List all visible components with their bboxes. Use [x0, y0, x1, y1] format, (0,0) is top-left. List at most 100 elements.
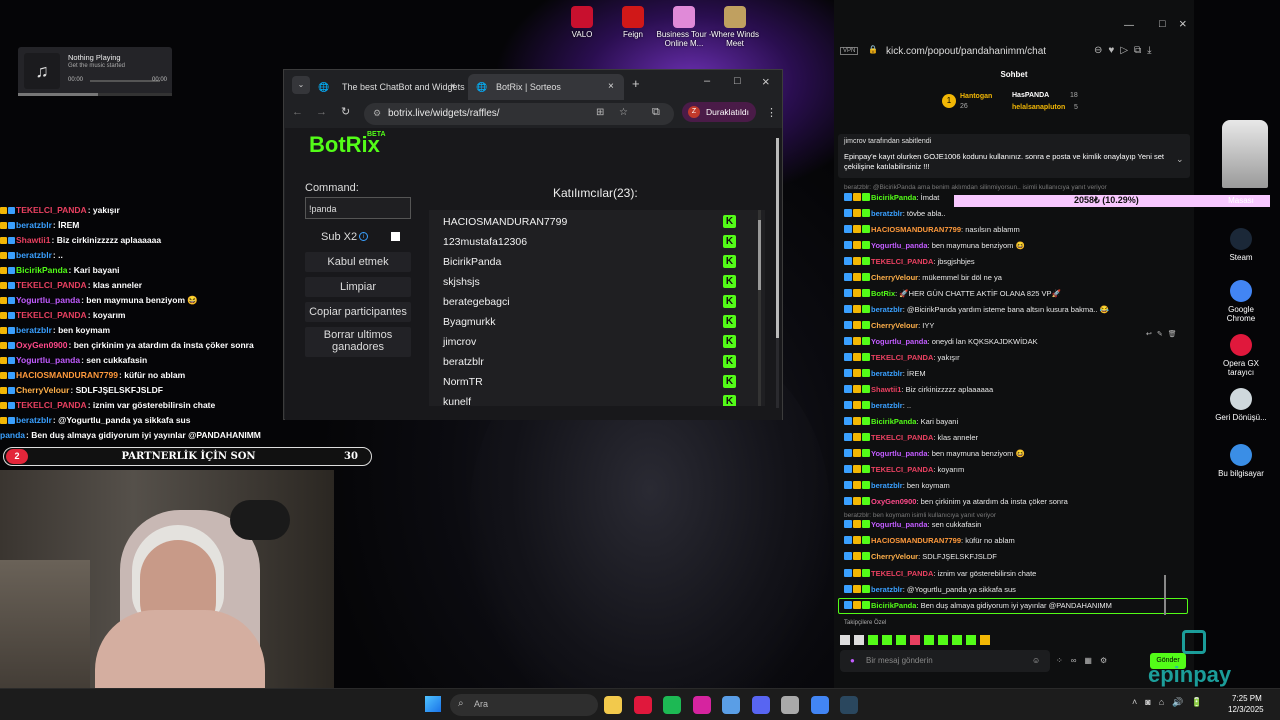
- tab-close-icon[interactable]: ×: [450, 81, 456, 92]
- trash-bin-widget: [1222, 120, 1268, 188]
- tab-close-icon[interactable]: ×: [608, 81, 614, 92]
- maximize-icon[interactable]: □: [1159, 18, 1166, 30]
- tab-botrix[interactable]: 🌐 BotRix | Sorteos ×: [468, 74, 624, 100]
- overlay-chat-text: Biz cirkinizzzzz aplaaaaaa: [56, 235, 162, 245]
- chat-message: CherryVelour: mükemmel bir döl ne ya: [844, 273, 1002, 282]
- verified-badge-icon: [844, 568, 852, 577]
- app-icon[interactable]: [722, 696, 740, 714]
- new-tab-icon[interactable]: +: [632, 76, 640, 91]
- tab-favicon-icon: 🌐: [318, 82, 330, 92]
- tray-icons[interactable]: ˄◙⌂🔊🔋: [1132, 697, 1211, 708]
- minimize-icon[interactable]: –: [704, 75, 710, 87]
- page-scrollbar[interactable]: [776, 138, 779, 408]
- desktop-icon[interactable]: Steam: [1214, 228, 1268, 262]
- command-input[interactable]: !panda: [305, 197, 411, 219]
- reload-icon[interactable]: ↻: [341, 105, 350, 118]
- steam-icon[interactable]: [840, 696, 858, 714]
- gift-badge-icon: [862, 417, 870, 425]
- desktop-icon[interactable]: Opera GX tarayıcı: [1214, 334, 1268, 377]
- chat-tool-icons[interactable]: ⁘∞▦⚙: [1056, 656, 1115, 665]
- sub-badge-icon: [853, 465, 861, 473]
- taskbar-search[interactable]: ⌕ Ara: [450, 694, 598, 716]
- message-actions[interactable]: ↩✎🗑: [1146, 330, 1190, 340]
- gift-badge-icon: [862, 225, 870, 233]
- pinned-message[interactable]: jimcrov tarafından sabitlendi Epinpay'e …: [838, 134, 1190, 178]
- chat-username: TEKELCI_PANDA: [871, 568, 934, 578]
- chat-message: beratzblr: tövbe abla..: [844, 209, 946, 218]
- back-icon[interactable]: ←: [292, 106, 303, 118]
- discord-icon[interactable]: [751, 696, 770, 714]
- tab-search-icon[interactable]: ⌄: [292, 76, 310, 94]
- maximize-icon[interactable]: □: [734, 75, 741, 87]
- close-window-icon[interactable]: ×: [762, 74, 770, 89]
- clear-winners-button[interactable]: Borrar ultimos ganadores: [305, 327, 411, 357]
- sub-badge-icon: [0, 372, 7, 380]
- chat-scrollbar[interactable]: [1164, 575, 1166, 615]
- music-time-end: 00:00: [152, 77, 168, 83]
- instagram-icon[interactable]: [692, 696, 711, 714]
- command-label: Command:: [305, 182, 359, 194]
- close-icon[interactable]: ×: [1179, 16, 1187, 31]
- kick-url[interactable]: kick.com/popout/pandahanimm/chat: [886, 46, 1046, 57]
- overlay-chat-line: beratzblr: ben koymam: [0, 325, 110, 335]
- minimize-icon[interactable]: —: [1124, 20, 1134, 31]
- tab-favicon-icon: 🌐: [476, 82, 488, 92]
- emote-row[interactable]: [840, 632, 990, 645]
- emoji-icon[interactable]: ☺: [1032, 656, 1040, 665]
- chrome-icon[interactable]: [810, 696, 829, 714]
- overlay-chat-user: beratzblr: [16, 415, 52, 425]
- menu-icon[interactable]: ⋮: [766, 106, 777, 119]
- leader-1-name: Hantogan: [960, 93, 993, 100]
- copy-participants-button[interactable]: Copiar participantes: [305, 302, 411, 322]
- chat-message: Shawtii1: Biz cirkinizzzzz aplaaaaaa: [844, 385, 993, 394]
- webcam-feed: [0, 470, 334, 720]
- chat-username: beratzblr: [871, 305, 903, 314]
- bookmark-star-icon[interactable]: ☆: [619, 107, 628, 118]
- clear-button[interactable]: Limpiar: [305, 277, 411, 297]
- app-icon: [571, 6, 593, 28]
- kick-toolbar-icons[interactable]: ⊖♥▷⧉⤓: [1094, 45, 1158, 56]
- windows-start-icon[interactable]: [425, 696, 441, 712]
- tab-chatbot[interactable]: 🌐 The best ChatBot and Widgets ×: [314, 74, 465, 100]
- overlay-chat-text: ben çirkinim ya atardım da insta çöker s…: [73, 340, 254, 350]
- address-bar[interactable]: ⚙ botrix.live/widgets/raffles/ ⊞ ☆: [364, 103, 674, 125]
- sub-x2-checkbox[interactable]: [391, 232, 400, 241]
- participants-list: HACIOSMANDURAN7799 K 123mustafa12306 K Bicir…: [429, 210, 765, 406]
- spotify-icon[interactable]: [663, 696, 681, 714]
- overlay-chat-line: TEKELCI_PANDA: klas anneler: [0, 280, 142, 290]
- chat-text: mükemmel bir döl ne ya: [922, 273, 1002, 282]
- desktop-icon[interactable]: Google Chrome: [1214, 280, 1268, 323]
- chat-input[interactable]: Bir mesaj gönderin: [840, 650, 1050, 672]
- info-icon[interactable]: i: [359, 232, 368, 241]
- accept-button[interactable]: Kabul etmek: [305, 252, 411, 272]
- forward-icon[interactable]: →: [316, 106, 327, 118]
- chat-message: TEKELCI_PANDA: jbsgjshbjes: [844, 257, 975, 266]
- participants-scrollbar[interactable]: [758, 210, 761, 406]
- chevron-down-icon[interactable]: ⌄: [1176, 154, 1184, 165]
- clock-date[interactable]: 12/3/2025: [1228, 705, 1264, 714]
- translate-icon[interactable]: ⊞: [596, 107, 604, 118]
- site-info-icon[interactable]: ⚙: [373, 108, 381, 119]
- music-progress: [90, 80, 160, 82]
- vip-badge-icon: [8, 387, 15, 395]
- tab-label: BotRix | Sorteos: [496, 82, 561, 92]
- gift-badge-icon: [862, 465, 870, 473]
- profile-button[interactable]: Z Duraklatıldı: [682, 102, 756, 122]
- desktop-icon[interactable]: Geri Dönüşü...: [1214, 388, 1268, 422]
- desktop-icon[interactable]: Bu bilgisayar: [1214, 444, 1268, 478]
- desktop-icon[interactable]: Where Winds Meet: [705, 6, 765, 48]
- gift-badge-icon: [862, 568, 870, 577]
- gift-badge-icon: [862, 385, 870, 393]
- file-explorer-icon[interactable]: [604, 696, 622, 714]
- leader-2-name: HasPANDA: [1012, 92, 1050, 99]
- vpn-badge[interactable]: VPN: [840, 47, 859, 55]
- desktop-icon[interactable]: Masası: [1214, 196, 1268, 205]
- settings-icon[interactable]: [781, 696, 799, 714]
- opera-icon[interactable]: [633, 696, 652, 714]
- mic-icon[interactable]: ●: [850, 656, 855, 665]
- chat-message: HACIOSMANDURAN7799: küfür no ablam: [844, 536, 1015, 545]
- gift-badge-icon: [862, 497, 870, 505]
- clock-time[interactable]: 7:25 PM: [1232, 694, 1262, 703]
- extensions-icon[interactable]: ⧉: [652, 106, 660, 119]
- kick-badge-icon: K: [723, 395, 736, 406]
